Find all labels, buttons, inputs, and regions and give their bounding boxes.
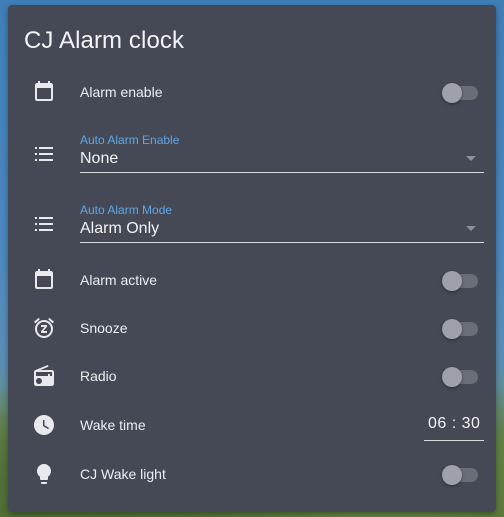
snooze-row: Snooze xyxy=(8,313,496,343)
wake-light-label: CJ Wake light xyxy=(80,466,166,482)
alarm-clock-card: CJ Alarm clock Alarm enable Auto Alarm E… xyxy=(8,5,496,512)
alarm-snooze-icon xyxy=(32,316,56,340)
radio-row: Radio xyxy=(8,361,496,391)
auto-alarm-enable-label: Auto Alarm Enable xyxy=(80,133,180,147)
alarm-enable-toggle[interactable] xyxy=(442,82,478,103)
chevron-down-icon xyxy=(466,226,476,231)
alarm-active-label: Alarm active xyxy=(80,272,158,288)
alarm-active-row: Alarm active xyxy=(8,265,496,295)
wake-time-label: Wake time xyxy=(80,417,146,433)
alarm-active-toggle[interactable] xyxy=(442,270,478,291)
alarm-enable-label: Alarm enable xyxy=(80,84,163,100)
snooze-toggle[interactable] xyxy=(442,318,478,339)
calendar-icon xyxy=(32,80,56,104)
auto-alarm-enable-select[interactable]: Auto Alarm Enable None xyxy=(80,133,484,183)
alarm-enable-row: Alarm enable xyxy=(8,77,496,107)
wake-time-value: 06 : 30 xyxy=(428,415,481,432)
auto-alarm-mode-label: Auto Alarm Mode xyxy=(80,203,173,217)
auto-alarm-enable-row: Auto Alarm Enable None xyxy=(8,131,496,181)
lightbulb-icon xyxy=(32,462,56,486)
select-underline xyxy=(80,172,484,173)
select-underline xyxy=(80,242,484,243)
time-underline xyxy=(424,440,484,441)
snooze-label: Snooze xyxy=(80,320,128,336)
radio-label: Radio xyxy=(80,368,117,384)
list-icon xyxy=(32,212,56,236)
wake-time-input[interactable]: 06 : 30 xyxy=(424,412,484,442)
wake-light-row: CJ Wake light xyxy=(8,459,496,489)
auto-alarm-enable-value: None xyxy=(80,150,119,167)
list-icon xyxy=(32,142,56,166)
auto-alarm-mode-value: Alarm Only xyxy=(80,220,160,237)
radio-toggle[interactable] xyxy=(442,366,478,387)
wake-light-toggle[interactable] xyxy=(442,464,478,485)
radio-icon xyxy=(32,364,56,388)
auto-alarm-mode-select[interactable]: Auto Alarm Mode Alarm Only xyxy=(80,203,484,253)
chevron-down-icon xyxy=(466,156,476,161)
clock-icon xyxy=(32,413,56,437)
calendar-icon xyxy=(32,268,56,292)
card-title: CJ Alarm clock xyxy=(24,27,185,54)
wake-time-row: Wake time 06 : 30 xyxy=(8,410,496,442)
auto-alarm-mode-row: Auto Alarm Mode Alarm Only xyxy=(8,201,496,251)
